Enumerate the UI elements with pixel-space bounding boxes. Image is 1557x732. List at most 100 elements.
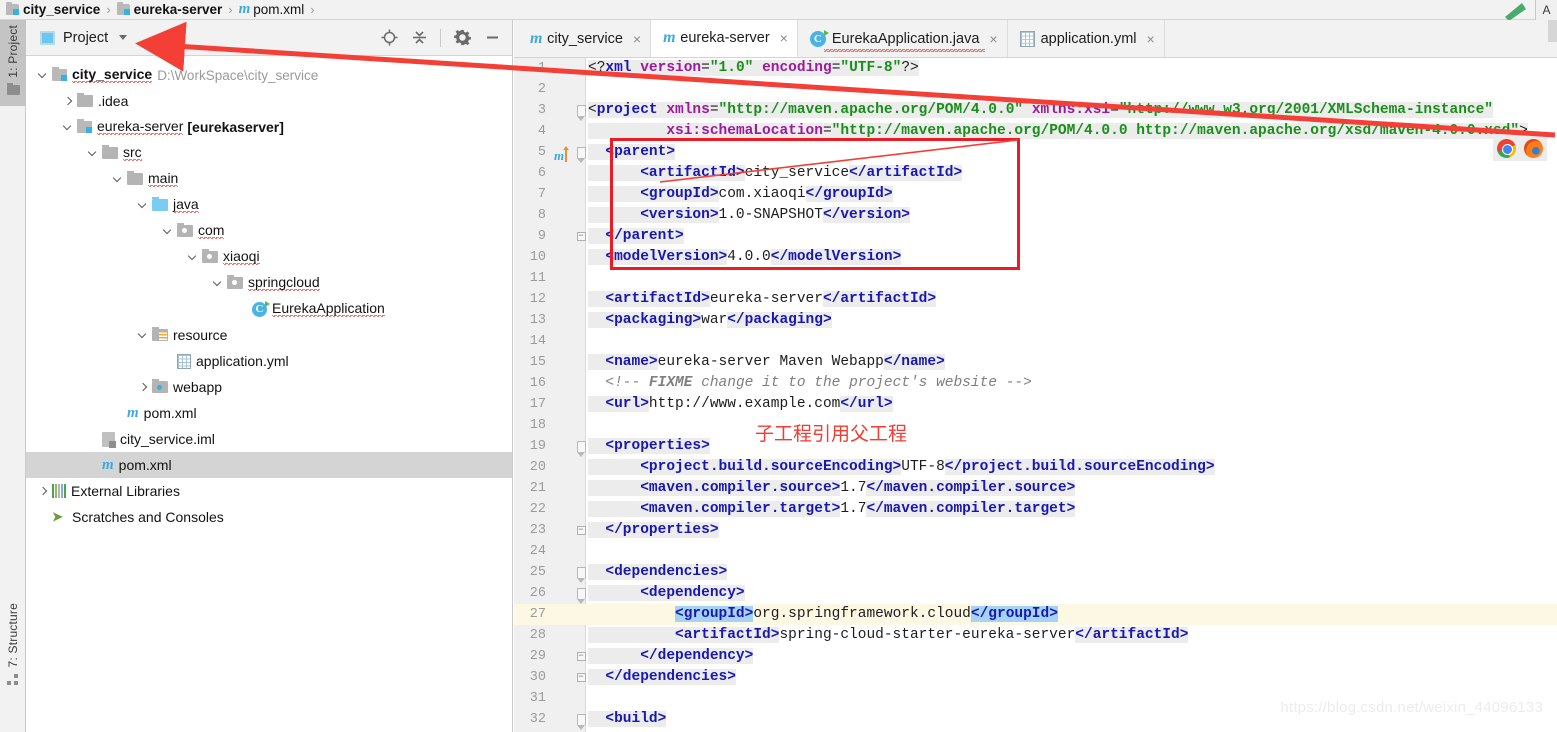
code-line[interactable]: 2 (514, 79, 1557, 100)
code-line[interactable]: 19 <properties> (514, 436, 1557, 457)
code-line[interactable]: 14 (514, 331, 1557, 352)
fold-region-icon[interactable] (576, 142, 586, 163)
tree-row[interactable]: java (26, 192, 512, 218)
chevron-right-icon[interactable] (34, 487, 52, 496)
code-line[interactable]: 23 − </properties> (514, 520, 1557, 541)
code-editor[interactable]: 1 <?xml version="1.0" encoding="UTF-8"?> 2… (514, 58, 1557, 732)
fold-region-icon[interactable] (576, 436, 586, 457)
code-line[interactable]: 26 <dependency> (514, 583, 1557, 604)
tree-row[interactable]: city_service D:\WorkSpace\city_service (26, 62, 512, 88)
code-line[interactable]: 8 <version>1.0-SNAPSHOT</version> (514, 205, 1557, 226)
fold-region-icon[interactable] (576, 709, 586, 730)
locate-icon[interactable] (375, 24, 403, 52)
breadcrumb-item-pom-xml[interactable]: m pom.xml (239, 1, 305, 18)
code-line[interactable]: 16 <!-- FIXME change it to the project's… (514, 373, 1557, 394)
editor-tab[interactable]: application.yml × (1008, 20, 1165, 57)
fold-collapse-icon[interactable]: − (576, 520, 586, 541)
tree-row[interactable]: application.yml (26, 348, 512, 374)
close-icon[interactable]: × (633, 32, 641, 46)
chevron-down-icon[interactable] (209, 279, 227, 288)
chevron-down-icon[interactable] (59, 123, 77, 132)
tree-row-label: pom.xml (118, 457, 172, 473)
settings-gear-icon[interactable] (448, 24, 476, 52)
analyze-button[interactable]: A (1535, 0, 1557, 20)
collapse-all-icon[interactable] (405, 24, 433, 52)
code-line[interactable]: 27 <groupId>org.springframework.cloud</g… (514, 604, 1557, 625)
project-title-group[interactable]: Project (40, 30, 128, 46)
tree-row[interactable]: src (26, 140, 512, 166)
code-token: <modelVersion> (588, 249, 728, 265)
code-line[interactable]: 3 <project xmlns="http://maven.apache.org… (514, 100, 1557, 121)
fold-collapse-icon[interactable]: − (576, 667, 586, 688)
tree-row[interactable]: External Libraries (26, 478, 512, 504)
code-token: xsi:schemaLocation (666, 123, 823, 139)
tree-row[interactable]: webapp (26, 374, 512, 400)
chevron-right-icon[interactable] (59, 97, 77, 106)
editor-tab[interactable]: m eureka-server × (651, 20, 798, 57)
code-line[interactable]: 18 (514, 415, 1557, 436)
chevron-down-icon[interactable] (184, 253, 202, 262)
breadcrumb-item-city-service[interactable]: city_service (6, 2, 100, 17)
code-line[interactable]: 29 − </dependency> (514, 646, 1557, 667)
code-line[interactable]: 17 <url>http://www.example.com</url> (514, 394, 1557, 415)
code-token: </modelVersion> (770, 249, 902, 265)
chevron-down-icon[interactable] (134, 331, 152, 340)
code-line[interactable]: 4 xsi:schemaLocation="http://maven.apach… (514, 121, 1557, 142)
breadcrumb-item-eureka-server[interactable]: eureka-server (116, 2, 222, 17)
chevron-down-icon[interactable] (84, 149, 102, 158)
chevron-down-icon[interactable] (109, 175, 127, 184)
tree-row[interactable]: .idea (26, 88, 512, 114)
chevron-down-icon[interactable] (119, 35, 128, 40)
close-icon[interactable]: × (780, 31, 788, 45)
code-line[interactable]: 5m <parent> (514, 142, 1557, 163)
editor-tab[interactable]: C EurekaApplication.java × (798, 20, 1008, 57)
firefox-icon[interactable] (1524, 139, 1543, 158)
code-line[interactable]: 30 − </dependencies> (514, 667, 1557, 688)
close-icon[interactable]: × (1147, 32, 1155, 46)
tree-row[interactable]: C EurekaApplication (26, 296, 512, 322)
chevron-down-icon[interactable] (134, 201, 152, 210)
code-line[interactable]: 25 <dependencies> (514, 562, 1557, 583)
tree-row[interactable]: m pom.xml (26, 400, 512, 426)
chevron-right-icon[interactable] (134, 383, 152, 392)
code-line[interactable]: 28 <artifactId>spring-cloud-starter-eure… (514, 625, 1557, 646)
code-line[interactable]: 21 <maven.compiler.source>1.7</maven.com… (514, 478, 1557, 499)
editor-scrollbar-thumb[interactable] (1548, 20, 1557, 42)
tree-row[interactable]: com (26, 218, 512, 244)
code-line[interactable]: 1 <?xml version="1.0" encoding="UTF-8"?> (514, 58, 1557, 79)
close-icon[interactable]: × (989, 32, 997, 46)
fold-region-icon[interactable] (576, 562, 586, 583)
code-line[interactable]: 22 <maven.compiler.target>1.7</maven.com… (514, 499, 1557, 520)
sidebar-item-project[interactable]: 1: Project (0, 20, 26, 106)
code-line[interactable]: 11 (514, 268, 1557, 289)
code-line[interactable]: 12 <artifactId>eureka-server</artifactId… (514, 289, 1557, 310)
tree-row[interactable]: ➤ Scratches and Consoles (26, 504, 512, 530)
chevron-down-icon[interactable] (159, 227, 177, 236)
tree-row[interactable]: city_service.iml (26, 426, 512, 452)
tree-row[interactable]: eureka-server [eurekaserver] (26, 114, 512, 140)
chevron-down-icon[interactable] (34, 71, 52, 80)
tree-row[interactable]: springcloud (26, 270, 512, 296)
chrome-icon[interactable] (1497, 139, 1516, 158)
editor-tab-label: EurekaApplication.java (831, 30, 980, 47)
fold-collapse-icon[interactable]: − (576, 646, 586, 667)
tree-row[interactable]: xiaoqi (26, 244, 512, 270)
code-line[interactable]: 15 <name>eureka-server Maven Webapp</nam… (514, 352, 1557, 373)
fold-collapse-icon[interactable]: − (576, 226, 586, 247)
tree-row[interactable]: m pom.xml (26, 452, 512, 478)
code-line[interactable]: 24 (514, 541, 1557, 562)
code-line[interactable]: 13 <packaging>war</packaging> (514, 310, 1557, 331)
hide-panel-icon[interactable] (478, 24, 506, 52)
fold-region-icon[interactable] (576, 583, 586, 604)
sidebar-item-structure[interactable]: 7: Structure (0, 598, 26, 694)
tree-row[interactable]: resource (26, 322, 512, 348)
editor-tab[interactable]: m city_service × (518, 20, 652, 57)
code-line[interactable]: 7 <groupId>com.xiaoqi</groupId> (514, 184, 1557, 205)
code-line[interactable]: 10 <modelVersion>4.0.0</modelVersion> (514, 247, 1557, 268)
code-line[interactable]: 6 <artifactId>city_service</artifactId> (514, 163, 1557, 184)
fold-region-icon[interactable] (576, 100, 586, 121)
tree-row[interactable]: main (26, 166, 512, 192)
code-line[interactable]: 9 − </parent> (514, 226, 1557, 247)
sidebar-item-partial[interactable]: s (0, 710, 26, 732)
code-line[interactable]: 20 <project.build.sourceEncoding>UTF-8</… (514, 457, 1557, 478)
